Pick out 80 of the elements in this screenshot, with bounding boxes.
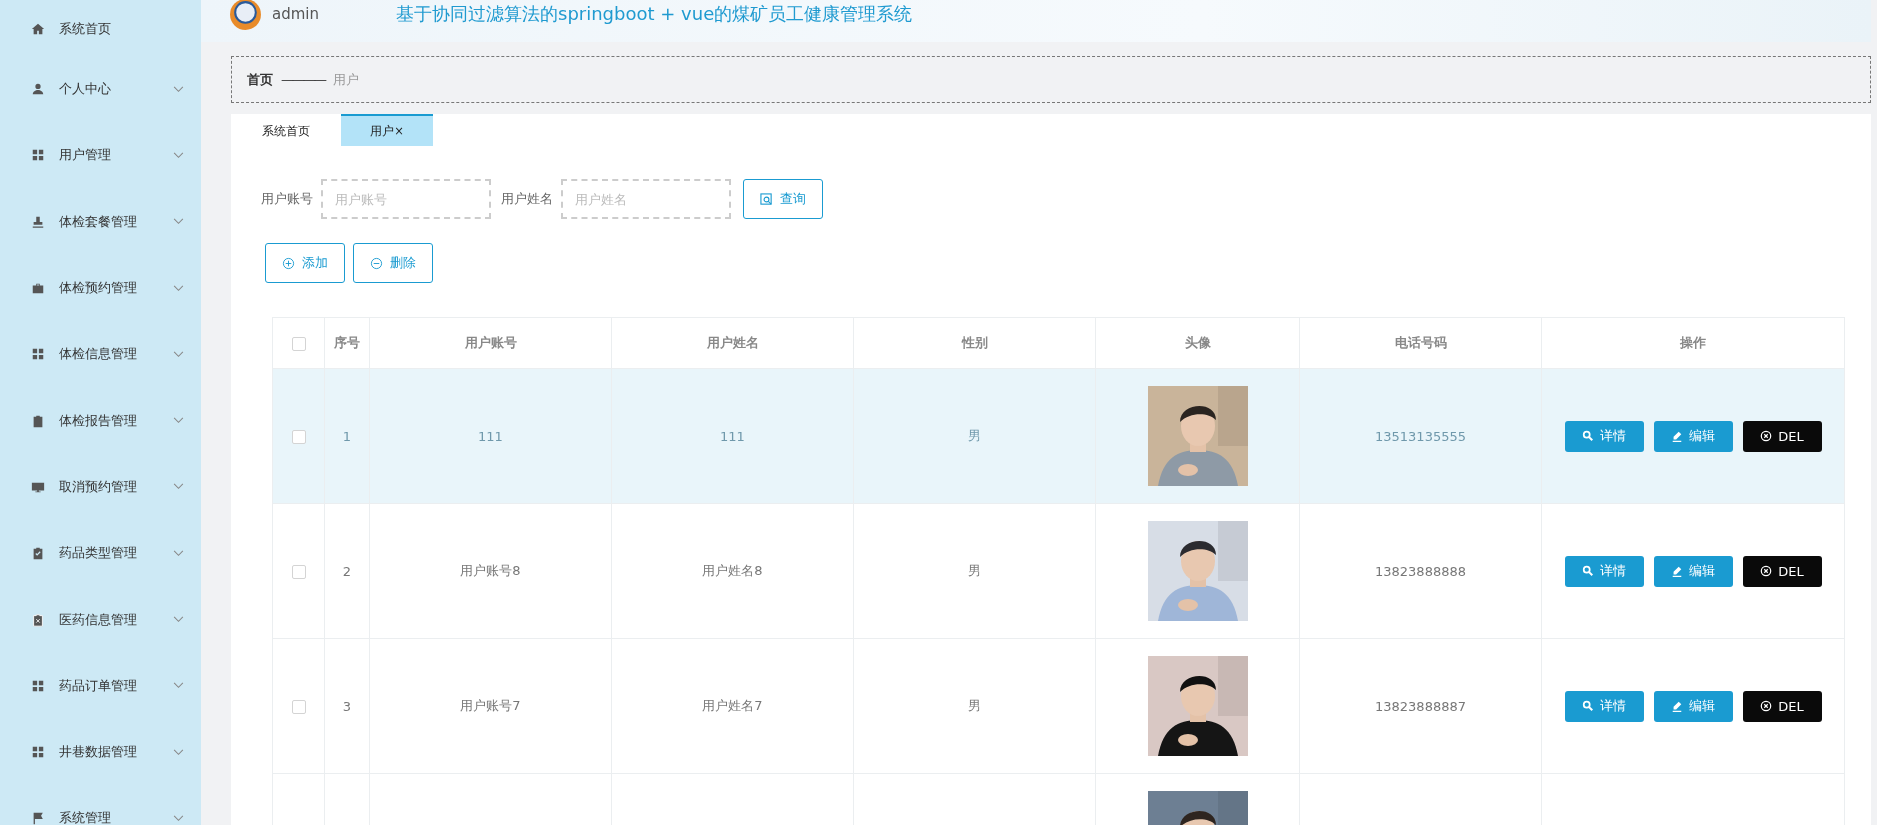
search-icon [1582,430,1594,442]
sidebar-item[interactable]: 系统首页 [0,4,201,54]
table-cell: 用户账号8 [460,563,521,578]
search-icon [1582,700,1594,712]
user-name: admin [272,5,319,23]
table-cell: 男 [968,563,981,578]
checkbox[interactable] [291,429,306,444]
sidebar-item[interactable]: 药品订单管理 [0,652,201,719]
check-icon [31,546,45,561]
table-cell: 男 [968,428,981,443]
delete-button[interactable]: DEL [1742,420,1822,452]
table-cell: 2 [342,563,352,579]
sidebar-item[interactable]: 用户管理 [0,122,201,189]
column-header: 序号 [324,317,370,369]
close-circle-icon [1760,430,1773,442]
table-cell: 13513135555 [1375,428,1466,444]
table-cell: 13823888887 [1375,698,1466,714]
system-title: 基于协同过滤算法的springboot + vue的煤矿员工健康管理系统 [396,2,913,26]
table-cell: 1 [342,428,352,444]
table-row[interactable]: 3 用户账号7 用户姓名7 男 13823888887 详情 编辑 DEL [272,638,1845,774]
table-cell: 用户账号7 [460,698,521,713]
sidebar-item[interactable]: 医药信息管理 [0,586,201,653]
table-cell: 3 [342,698,352,714]
sidebar-item[interactable]: 体检套餐管理 [0,188,201,255]
search-field[interactable]: 用户姓名 [561,179,731,219]
table-cell: 13823888888 [1375,563,1466,579]
sidebar-item[interactable]: 井巷数据管理 [0,718,201,786]
table-cell: 用户姓名8 [702,563,763,578]
checkbox[interactable] [291,699,306,714]
stamp-icon [31,214,45,229]
user-icon [31,82,45,97]
delete-button[interactable]: DEL [1742,690,1822,722]
table-row[interactable]: 1 111 111 男 13513135555 详情 编辑 DEL [272,368,1845,504]
sidebar-item[interactable]: 药品类型管理 [0,520,201,587]
sidebar-item[interactable]: 体检预约管理 [0,254,201,322]
grid-icon [31,347,45,362]
tab[interactable]: 用户× [341,114,433,146]
close-circle-icon [1760,565,1773,577]
checkbox[interactable] [291,564,306,579]
flag-icon [31,811,45,825]
search-icon [760,192,773,206]
table-cell: 111 [478,428,503,444]
field-label: 用户姓名 [501,190,553,208]
column-header: 操作 [1541,317,1845,369]
sidebar-item[interactable]: 取消预约管理 [0,453,201,521]
table-cell: 用户姓名7 [702,698,763,713]
checkbox[interactable] [291,336,306,351]
delete-button[interactable]: DEL [1742,555,1822,587]
minus-circle-icon [370,256,383,270]
search-field[interactable]: 用户账号 [321,179,491,219]
field-label: 用户账号 [261,190,313,208]
column-header: 用户姓名 [611,317,854,369]
sidebar-item[interactable]: 体检信息管理 [0,321,201,388]
grid-icon [31,148,45,163]
column-header: 电话号码 [1299,317,1542,369]
breadcrumb-separator: ———— [281,72,325,87]
grid-icon [31,678,45,693]
pencil-icon [1671,565,1683,577]
search-icon [1582,565,1594,577]
table-row[interactable]: 2 用户账号8 用户姓名8 男 13823888888 详情 编辑 DEL [272,503,1845,639]
table-cell: 男 [968,698,981,713]
tab[interactable]: 系统首页 [231,114,341,146]
case-icon [31,281,45,296]
close-circle-icon [1760,700,1773,712]
pencil-icon [1671,430,1683,442]
sidebar-item[interactable]: 体检报告管理 [0,387,201,454]
table-cell: 111 [720,428,745,444]
clip-icon [31,413,45,428]
grid-icon [31,745,45,760]
pencil-icon [1671,700,1683,712]
plus-circle-icon [282,256,295,270]
column-header: 用户账号 [369,317,612,369]
column-header: 头像 [1095,317,1300,369]
sidebar-item[interactable]: 个人中心 [0,56,201,123]
breadcrumb-current: 用户 [333,70,359,89]
avatar-icon [229,0,262,31]
home-icon [31,22,45,36]
sidebar-item[interactable]: 系统管理 [0,785,201,825]
column-header: 性别 [853,317,1096,369]
breadcrumb-home[interactable]: 首页 [247,70,273,89]
